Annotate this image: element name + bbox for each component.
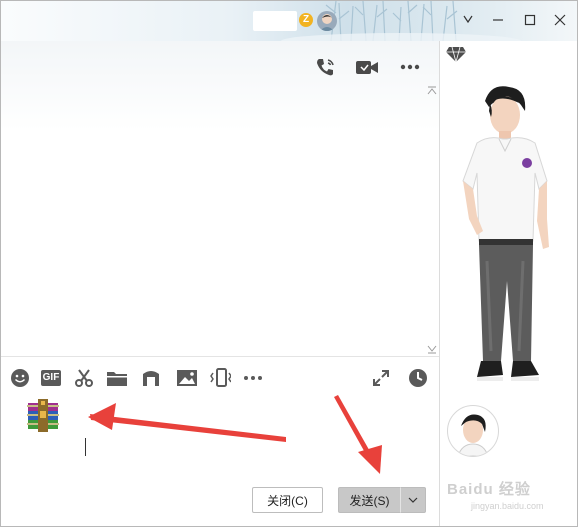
avatar-character: [462, 86, 549, 381]
close-icon[interactable]: [549, 9, 571, 31]
text-caret: [85, 438, 86, 456]
winrar-archive-icon[interactable]: [27, 399, 59, 432]
close-button[interactable]: 关闭(C): [252, 487, 323, 513]
contact-avatar[interactable]: [317, 11, 337, 31]
maximize-icon[interactable]: [519, 9, 541, 31]
video-call-icon[interactable]: [355, 55, 379, 79]
gif-icon[interactable]: GIF: [40, 367, 62, 389]
minimize-icon[interactable]: [487, 9, 509, 31]
music-icon[interactable]: [140, 367, 162, 389]
watermark-url: jingyan.baidu.com: [471, 501, 544, 511]
history-clock-icon[interactable]: [407, 367, 429, 389]
folder-icon[interactable]: [106, 367, 128, 389]
divider: [1, 356, 439, 357]
diamond-vip-icon[interactable]: [445, 45, 467, 68]
gif-label: GIF: [40, 370, 62, 386]
scissors-icon[interactable]: [73, 367, 95, 389]
watermark: Baidu 经验: [447, 481, 531, 498]
more-icon[interactable]: [398, 55, 422, 79]
image-icon[interactable]: [176, 367, 198, 389]
scroll-up-icon[interactable]: [427, 86, 437, 96]
chevron-down-icon: [408, 497, 418, 503]
z-badge-icon: Z: [299, 13, 313, 27]
chat-window: Z GIF 关闭(C) 发送(S) Baidu 经验 jingyan.baidu…: [0, 0, 578, 527]
send-button[interactable]: 发送(S): [338, 487, 400, 513]
emoji-icon[interactable]: [9, 367, 31, 389]
phone-icon[interactable]: [313, 55, 337, 79]
send-options-dropdown[interactable]: [400, 487, 426, 513]
expand-icon[interactable]: [370, 367, 392, 389]
chevron-down-icon[interactable]: [457, 9, 479, 31]
my-avatar[interactable]: [447, 405, 499, 457]
shake-icon[interactable]: [209, 367, 231, 389]
more-icon[interactable]: [242, 367, 264, 389]
contact-name-field: [253, 11, 297, 31]
scroll-down-icon[interactable]: [427, 344, 437, 354]
